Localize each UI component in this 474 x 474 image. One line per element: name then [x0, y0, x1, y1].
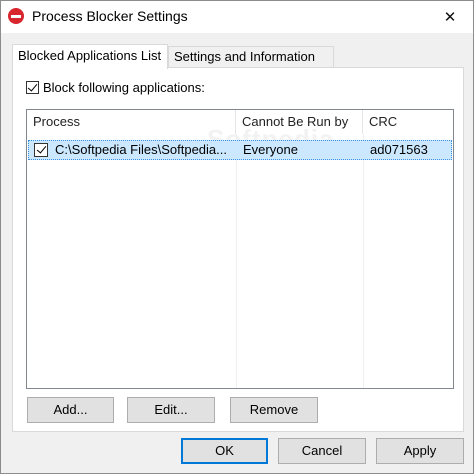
- run-by-cell: Everyone: [243, 142, 298, 157]
- tab-panel: Block following applications: Softpedia …: [12, 67, 464, 432]
- row-checkbox[interactable]: [34, 143, 48, 157]
- process-cell: C:\Softpedia Files\Softpedia...: [55, 142, 227, 157]
- cancel-button[interactable]: Cancel: [278, 438, 366, 464]
- checkbox-checked-icon[interactable]: [26, 81, 39, 94]
- title-bar: Process Blocker Settings ✕: [1, 1, 473, 33]
- settings-window: Process Blocker Settings ✕ Blocked Appli…: [0, 0, 474, 474]
- add-button[interactable]: Add...: [27, 397, 114, 423]
- column-gridline: [236, 134, 237, 388]
- column-header-cannot-be-run-by[interactable]: Cannot Be Run by: [236, 110, 363, 134]
- stop-icon: [8, 8, 24, 24]
- block-applications-checkbox[interactable]: Block following applications:: [26, 80, 205, 95]
- close-button[interactable]: ✕: [427, 1, 473, 33]
- tab-blocked-applications-list[interactable]: Blocked Applications List: [12, 44, 168, 69]
- crc-cell: ad071563: [370, 142, 428, 157]
- list-item[interactable]: C:\Softpedia Files\Softpedia... Everyone…: [28, 140, 452, 160]
- block-applications-label: Block following applications:: [43, 80, 205, 95]
- edit-button[interactable]: Edit...: [127, 397, 215, 423]
- column-gridline: [363, 134, 364, 388]
- apply-button[interactable]: Apply: [376, 438, 464, 464]
- column-header-process[interactable]: Process: [27, 110, 236, 134]
- column-header-crc[interactable]: CRC: [363, 110, 453, 134]
- tab-settings-and-information[interactable]: Settings and Information: [168, 46, 334, 68]
- list-header: Process Cannot Be Run by CRC: [27, 110, 453, 134]
- blocked-applications-list[interactable]: Softpedia Process Cannot Be Run by CRC C…: [26, 109, 454, 389]
- window-title: Process Blocker Settings: [32, 8, 188, 24]
- ok-button[interactable]: OK: [181, 438, 268, 464]
- remove-button[interactable]: Remove: [230, 397, 318, 423]
